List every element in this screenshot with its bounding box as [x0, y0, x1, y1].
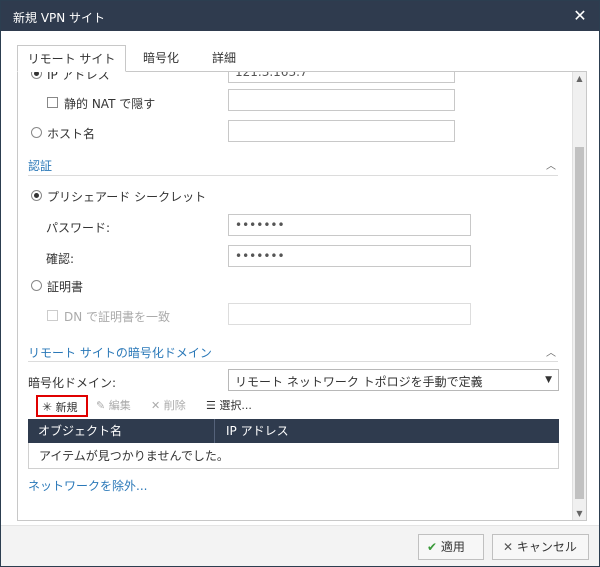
apply-button[interactable]: ✔ 適用 [418, 534, 484, 560]
enc-domain-section-header: リモート サイトの暗号化ドメイン [28, 346, 212, 360]
nat-ip-input[interactable] [228, 89, 455, 111]
dn-match-checkbox[interactable] [47, 310, 58, 321]
scrollbar-thumb[interactable] [575, 147, 584, 499]
password-input[interactable]: ••••••• [228, 214, 471, 236]
chevron-down-icon: ▼ [545, 375, 552, 385]
tab-encryption[interactable]: 暗号化 [132, 45, 190, 71]
hostname-label: ホスト名 [47, 127, 96, 141]
ip-label: IP アドレス [47, 71, 110, 82]
dialog-window: 新規 VPN サイト ✕ リモート サイト 暗号化 詳細 IP アドレス 121… [0, 0, 600, 567]
table-empty-row: アイテムが見つかりませんでした。 [28, 443, 559, 469]
title-bar: 新規 VPN サイト ✕ [1, 1, 599, 31]
table-header: オブジェクト名 IP アドレス [28, 419, 559, 443]
vertical-scrollbar[interactable]: ▲ ▼ [572, 72, 586, 520]
hostname-input[interactable] [228, 120, 455, 142]
check-icon: ✔ [427, 540, 438, 554]
enc-domain-label: 暗号化ドメイン: [28, 376, 117, 390]
confirm-label: 確認: [46, 252, 75, 266]
delete-button-label: 削除 [163, 399, 186, 412]
certificate-label: 証明書 [47, 280, 84, 294]
auth-divider [28, 175, 558, 176]
exclude-network-link[interactable]: ネットワークを除外... [28, 477, 147, 494]
static-nat-checkbox[interactable] [47, 97, 58, 108]
delete-button[interactable]: ✕ 削除 [151, 396, 186, 416]
cancel-x-icon: ✕ [503, 540, 514, 554]
select-button[interactable]: ☰ 選択... [206, 396, 252, 416]
ip-address-input[interactable]: 121.3.163.7 [228, 71, 455, 83]
static-nat-label: 静的 NAT で隠す [64, 97, 156, 111]
edit-button-label: 編集 [108, 399, 131, 412]
password-value: ••••••• [235, 218, 285, 232]
new-button[interactable]: ✳ 新規 [36, 395, 88, 417]
scroll-down-icon[interactable]: ▼ [573, 509, 586, 518]
new-icon: ✳ [42, 400, 53, 414]
edit-button[interactable]: ✎ 編集 [96, 396, 131, 416]
select-button-label: 選択... [219, 399, 252, 412]
pencil-icon: ✎ [96, 399, 106, 412]
collapse-auth-icon[interactable]: ︿ [546, 157, 556, 172]
table-empty-message: アイテムが見つかりませんでした。 [39, 449, 229, 463]
cancel-button-label: キャンセル [516, 540, 577, 554]
cancel-button[interactable]: ✕ キャンセル [492, 534, 589, 560]
dn-match-label: DN で証明書を一致 [64, 310, 171, 324]
column-object-name[interactable]: オブジェクト名 [38, 419, 122, 443]
column-ip-address[interactable]: IP アドレス [226, 419, 289, 443]
delete-x-icon: ✕ [151, 399, 161, 412]
hostname-radio[interactable] [31, 127, 42, 138]
auth-section-header: 認証 [28, 159, 53, 173]
tab-advanced[interactable]: 詳細 [202, 45, 246, 71]
ip-radio[interactable] [31, 72, 42, 79]
enc-domain-divider [28, 361, 558, 362]
certificate-radio[interactable] [31, 280, 42, 291]
window-title: 新規 VPN サイト [13, 11, 106, 25]
confirm-value: ••••••• [235, 249, 285, 263]
dialog-footer: ✔ 適用 ✕ キャンセル [1, 525, 599, 566]
enc-domain-select[interactable]: リモート ネットワーク トポロジを手動で定義 ▼ [228, 369, 559, 391]
ip-address-value: 121.3.163.7 [235, 71, 308, 79]
close-icon[interactable]: ✕ [569, 5, 591, 27]
tab-panel: IP アドレス 121.3.163.7 静的 NAT で隠す ホスト名 認証 ︿… [17, 71, 587, 521]
tab-remote-site[interactable]: リモート サイト [17, 45, 126, 72]
collapse-enc-domain-icon[interactable]: ︿ [546, 344, 556, 359]
psk-radio[interactable] [31, 190, 42, 201]
new-button-label: 新規 [55, 401, 78, 414]
scroll-up-icon[interactable]: ▲ [573, 74, 586, 83]
psk-label: プリシェアード シークレット [47, 190, 207, 204]
dn-input[interactable] [228, 303, 471, 325]
column-divider [214, 419, 215, 443]
select-list-icon: ☰ [206, 399, 216, 412]
enc-domain-value: リモート ネットワーク トポロジを手動で定義 [235, 375, 483, 389]
apply-button-label: 適用 [440, 540, 465, 554]
password-label: パスワード: [46, 221, 111, 235]
confirm-input[interactable]: ••••••• [228, 245, 471, 267]
